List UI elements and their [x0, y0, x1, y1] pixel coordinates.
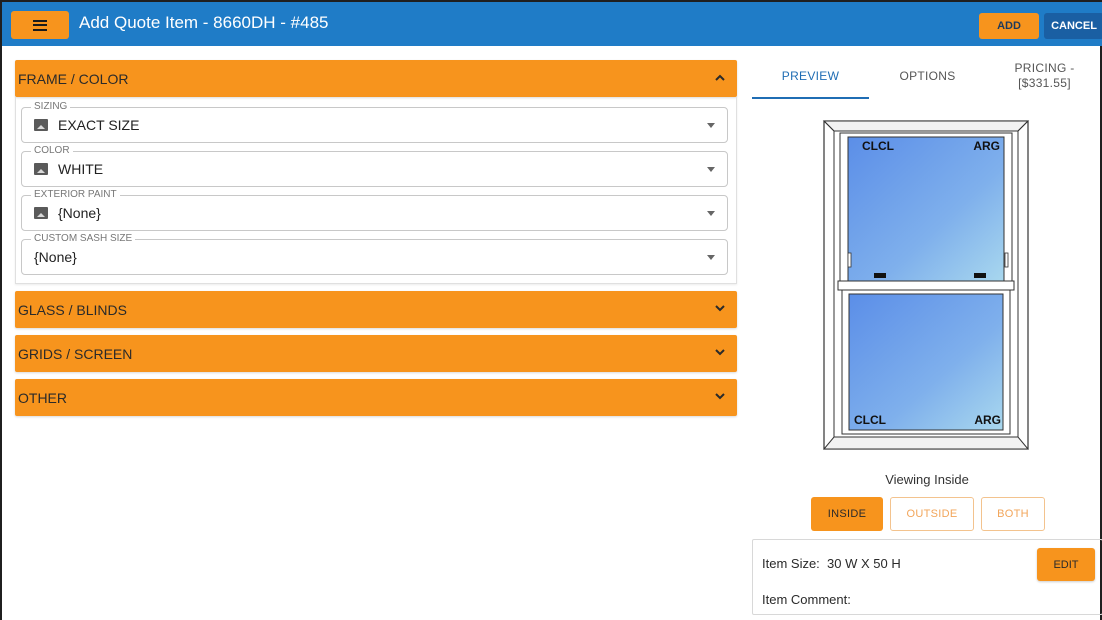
color-select[interactable]: COLOR WHITE	[21, 145, 728, 187]
app-window: Add Quote Item - 8660DH - #485 ADD CANCE…	[0, 0, 1102, 620]
field-label: CUSTOM SASH SIZE	[31, 233, 136, 245]
section-header-frame-color[interactable]: FRAME / COLOR	[15, 60, 737, 97]
window-preview: CLCL ARG CLCL ARG	[822, 120, 1030, 450]
section-label: GRIDS / SCREEN	[18, 345, 133, 362]
menu-button[interactable]	[11, 11, 69, 39]
item-comment-label: Item Comment:	[762, 592, 851, 607]
view-outside-button[interactable]: OUTSIDE	[890, 497, 974, 531]
frame-top-bevel	[822, 120, 1030, 132]
section-body-frame-color: SIZING EXACT SIZE COLOR WHITE EXTERIOR P…	[15, 97, 737, 284]
top-sash-left-latch	[847, 252, 852, 268]
image-icon	[34, 119, 48, 131]
section-header-grids-screen[interactable]: GRIDS / SCREEN	[15, 335, 737, 372]
exterior-paint-select[interactable]: EXTERIOR PAINT {None}	[21, 189, 728, 231]
bottom-sash-glass	[848, 293, 1004, 431]
tab-options[interactable]: OPTIONS	[869, 52, 986, 99]
dropdown-arrow-icon	[707, 211, 715, 216]
tab-pricing[interactable]: PRICING - [$331.55]	[986, 52, 1102, 99]
section-label: OTHER	[18, 389, 67, 406]
tab-preview[interactable]: PREVIEW	[752, 52, 869, 99]
section-header-glass-blinds[interactable]: GLASS / BLINDS	[15, 291, 737, 328]
top-glass-label-left: CLCL	[862, 139, 894, 153]
bottom-glass-label-right: ARG	[974, 413, 1001, 427]
meeting-rail	[837, 280, 1015, 291]
frame-bottom-bevel	[822, 436, 1030, 450]
item-size-value: 30 W X 50 H	[827, 556, 901, 571]
field-label: COLOR	[31, 145, 73, 157]
field-value: WHITE	[58, 161, 104, 177]
chevron-up-icon	[715, 74, 725, 84]
pricing-value: [$331.55]	[1018, 75, 1071, 90]
chevron-down-icon	[715, 304, 725, 315]
view-both-button[interactable]: BOTH	[981, 497, 1045, 531]
top-glass-label-right: ARG	[973, 139, 1000, 153]
add-button[interactable]: ADD	[979, 13, 1039, 39]
field-value: {None}	[58, 205, 101, 221]
options-accordion: FRAME / COLOR SIZING EXACT SIZE COLOR WH…	[15, 60, 737, 423]
chevron-down-icon	[715, 348, 725, 359]
field-value: EXACT SIZE	[58, 117, 140, 133]
sash-lock-left	[874, 273, 886, 278]
top-app-bar: Add Quote Item - 8660DH - #485 ADD CANCE…	[2, 2, 1102, 46]
custom-sash-size-select[interactable]: CUSTOM SASH SIZE {None}	[21, 233, 728, 275]
item-info-card: Item Size: 30 W X 50 H EDIT Item Comment…	[752, 539, 1102, 615]
cancel-button[interactable]: CANCEL	[1044, 13, 1102, 39]
sash-lock-right	[974, 273, 986, 278]
top-sash-glass	[847, 136, 1005, 284]
dropdown-arrow-icon	[707, 255, 715, 260]
pricing-label: PRICING -	[1014, 60, 1075, 75]
viewing-status: Viewing Inside	[885, 472, 969, 487]
field-label: SIZING	[31, 101, 71, 113]
section-header-other[interactable]: OTHER	[15, 379, 737, 416]
section-label: FRAME / COLOR	[18, 70, 129, 87]
item-size-text: Item Size: 30 W X 50 H	[762, 556, 901, 571]
chevron-down-icon	[715, 392, 725, 403]
dropdown-arrow-icon	[707, 123, 715, 128]
preview-tabs: PREVIEW OPTIONS PRICING - [$331.55]	[752, 52, 1102, 99]
item-size-label: Item Size:	[762, 556, 820, 571]
image-icon	[34, 207, 48, 219]
bottom-glass-label-left: CLCL	[854, 413, 886, 427]
field-value: {None}	[34, 249, 77, 265]
edit-button[interactable]: EDIT	[1037, 548, 1095, 581]
image-icon	[34, 163, 48, 175]
page-title: Add Quote Item - 8660DH - #485	[79, 13, 329, 32]
sizing-select[interactable]: SIZING EXACT SIZE	[21, 101, 728, 143]
field-label: EXTERIOR PAINT	[31, 189, 120, 201]
section-label: GLASS / BLINDS	[18, 301, 127, 318]
active-tab-indicator	[752, 97, 869, 99]
hamburger-menu-icon	[33, 19, 47, 31]
top-sash-right-latch	[1004, 252, 1009, 268]
view-inside-button[interactable]: INSIDE	[811, 497, 883, 531]
dropdown-arrow-icon	[707, 167, 715, 172]
